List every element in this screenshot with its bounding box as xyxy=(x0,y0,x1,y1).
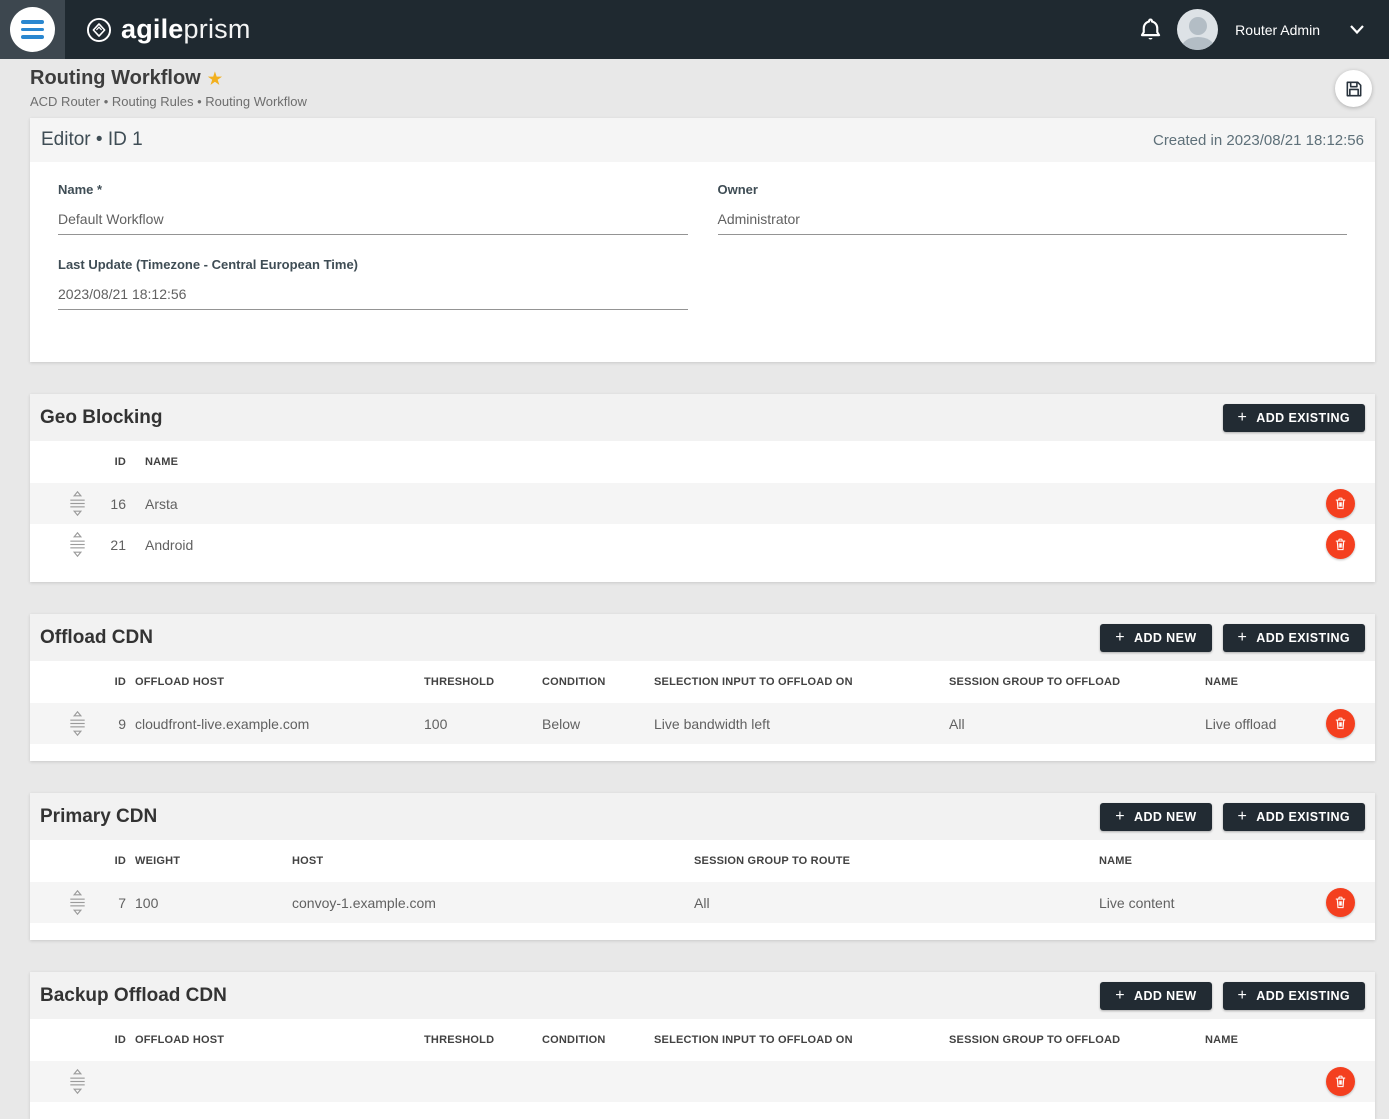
primary-add-new-button[interactable]: + ADD NEW xyxy=(1100,803,1211,831)
nav-left-strip xyxy=(0,0,65,59)
chevron-down-icon[interactable] xyxy=(1349,24,1365,35)
last-update-field[interactable]: 2023/08/21 18:12:56 xyxy=(58,286,688,310)
offload-cdn-header: Offload CDN + ADD NEW + ADD EXISTING xyxy=(30,614,1375,661)
table-header-row: ID OFFLOAD HOST THRESHOLD CONDITION SELE… xyxy=(30,661,1375,703)
offload-cdn-table: ID OFFLOAD HOST THRESHOLD CONDITION SELE… xyxy=(30,661,1375,744)
drag-handle-icon[interactable] xyxy=(66,529,89,560)
plus-icon: + xyxy=(1238,809,1248,825)
drag-handle-icon[interactable] xyxy=(66,1066,89,1097)
editor-card-header: Editor • ID 1 Created in 2023/08/21 18:1… xyxy=(30,118,1375,162)
plus-icon: + xyxy=(1238,988,1248,1004)
delete-button[interactable] xyxy=(1326,888,1355,917)
trash-icon xyxy=(1333,895,1348,910)
trash-icon xyxy=(1333,716,1348,731)
page-title: Routing Workflow ★ xyxy=(30,67,1375,90)
brand-name: agileprism xyxy=(121,14,251,45)
favorite-star-icon[interactable]: ★ xyxy=(208,69,222,89)
owner-field-label: Owner xyxy=(718,182,1348,197)
primary-cdn-table: ID WEIGHT HOST SESSION GROUP TO ROUTE NA… xyxy=(30,840,1375,923)
table-header-row: ID WEIGHT HOST SESSION GROUP TO ROUTE NA… xyxy=(30,840,1375,882)
plus-icon: + xyxy=(1238,410,1248,426)
drag-handle-icon[interactable] xyxy=(66,708,89,739)
editor-card: Editor • ID 1 Created in 2023/08/21 18:1… xyxy=(30,118,1375,362)
drag-handle-icon[interactable] xyxy=(66,488,89,519)
geo-blocking-card: Geo Blocking + ADD EXISTING ID NAME xyxy=(30,394,1375,582)
primary-cdn-title: Primary CDN xyxy=(40,806,157,828)
name-field-label: Name * xyxy=(58,182,688,197)
name-field[interactable]: Default Workflow xyxy=(58,211,688,235)
user-avatar[interactable] xyxy=(1177,9,1218,50)
primary-cdn-card: Primary CDN + ADD NEW + ADD EXISTING ID … xyxy=(30,793,1375,940)
geo-blocking-header: Geo Blocking + ADD EXISTING xyxy=(30,394,1375,441)
bell-icon xyxy=(1137,16,1164,43)
drag-handle-icon[interactable] xyxy=(66,887,89,918)
brand-logo[interactable]: agileprism xyxy=(86,0,251,59)
delete-button[interactable] xyxy=(1326,1067,1355,1096)
trash-icon xyxy=(1333,496,1348,511)
save-button[interactable] xyxy=(1335,70,1372,107)
primary-cdn-header: Primary CDN + ADD NEW + ADD EXISTING xyxy=(30,793,1375,840)
user-name-label: Router Admin xyxy=(1235,22,1320,38)
plus-icon: + xyxy=(1115,809,1125,825)
delete-button[interactable] xyxy=(1326,489,1355,518)
backup-offload-cdn-card: Backup Offload CDN + ADD NEW + ADD EXIST… xyxy=(30,972,1375,1119)
table-row: 7 100 convoy-1.example.com All Live cont… xyxy=(30,882,1375,923)
delete-button[interactable] xyxy=(1326,709,1355,738)
editor-title: Editor • ID 1 xyxy=(41,129,143,151)
notifications-bell-button[interactable] xyxy=(1137,16,1164,43)
plus-icon: + xyxy=(1238,630,1248,646)
trash-icon xyxy=(1333,537,1348,552)
backup-offload-cdn-header: Backup Offload CDN + ADD NEW + ADD EXIST… xyxy=(30,972,1375,1019)
geo-blocking-table: ID NAME 16 Arsta xyxy=(30,441,1375,565)
created-timestamp: Created in 2023/08/21 18:12:56 xyxy=(1153,132,1364,149)
plus-icon: + xyxy=(1115,988,1125,1004)
owner-field[interactable]: Administrator xyxy=(718,211,1348,235)
table-row: 21 Android xyxy=(30,524,1375,565)
backup-add-existing-button[interactable]: + ADD EXISTING xyxy=(1223,982,1365,1010)
table-header-row: ID NAME xyxy=(30,441,1375,483)
plus-icon: + xyxy=(1115,630,1125,646)
backup-add-new-button[interactable]: + ADD NEW xyxy=(1100,982,1211,1010)
geo-blocking-title: Geo Blocking xyxy=(40,407,162,429)
backup-offload-cdn-table: ID OFFLOAD HOST THRESHOLD CONDITION SELE… xyxy=(30,1019,1375,1102)
table-row: 16 Arsta xyxy=(30,483,1375,524)
table-header-row: ID OFFLOAD HOST THRESHOLD CONDITION SELE… xyxy=(30,1019,1375,1061)
offload-add-existing-button[interactable]: + ADD EXISTING xyxy=(1223,624,1365,652)
page-header: Routing Workflow ★ ACD Router • Routing … xyxy=(0,59,1389,118)
trash-icon xyxy=(1333,1074,1348,1089)
hamburger-icon xyxy=(21,20,44,24)
hamburger-menu-button[interactable] xyxy=(10,7,55,52)
delete-button[interactable] xyxy=(1326,530,1355,559)
table-row: 9 cloudfront-live.example.com 100 Below … xyxy=(30,703,1375,744)
offload-cdn-card: Offload CDN + ADD NEW + ADD EXISTING ID … xyxy=(30,614,1375,761)
primary-add-existing-button[interactable]: + ADD EXISTING xyxy=(1223,803,1365,831)
backup-offload-cdn-title: Backup Offload CDN xyxy=(40,985,227,1007)
save-floppy-icon xyxy=(1344,79,1364,99)
prism-logo-icon xyxy=(86,17,112,43)
last-update-field-label: Last Update (Timezone - Central European… xyxy=(58,257,688,272)
breadcrumb: ACD Router • Routing Rules • Routing Wor… xyxy=(30,94,1375,109)
offload-cdn-title: Offload CDN xyxy=(40,627,153,649)
geo-add-existing-button[interactable]: + ADD EXISTING xyxy=(1223,404,1365,432)
top-navbar: agileprism Router Admin xyxy=(0,0,1389,59)
offload-add-new-button[interactable]: + ADD NEW xyxy=(1100,624,1211,652)
table-row xyxy=(30,1061,1375,1102)
